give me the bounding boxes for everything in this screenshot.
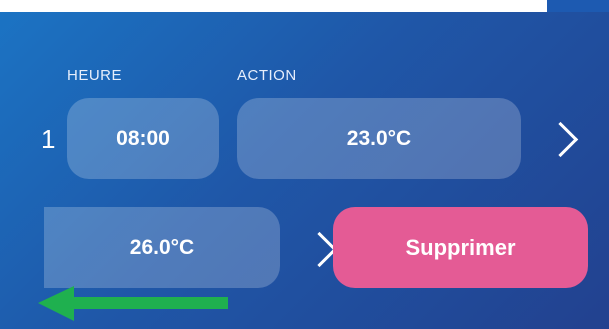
time-column-label: HEURE	[67, 67, 123, 84]
chevron-right-icon[interactable]	[301, 231, 338, 268]
delete-label: Supprimer	[405, 234, 516, 260]
time-field[interactable]: 08:00	[67, 98, 219, 179]
top-bar	[0, 0, 609, 12]
top-bar-corner	[547, 0, 609, 12]
row-index: 1	[41, 124, 56, 154]
action-column-label: ACTION	[237, 67, 297, 84]
time-value: 08:00	[116, 126, 170, 150]
action-value: 26.0°C	[129, 235, 195, 259]
action-value: 23.0°C	[346, 126, 412, 150]
arrow-left-icon	[38, 286, 228, 321]
action-field[interactable]: 26.0°C	[44, 207, 280, 288]
chevron-right-icon[interactable]	[542, 121, 579, 158]
action-field[interactable]: 23.0°C	[237, 98, 521, 179]
delete-button[interactable]: Supprimer	[333, 207, 588, 288]
